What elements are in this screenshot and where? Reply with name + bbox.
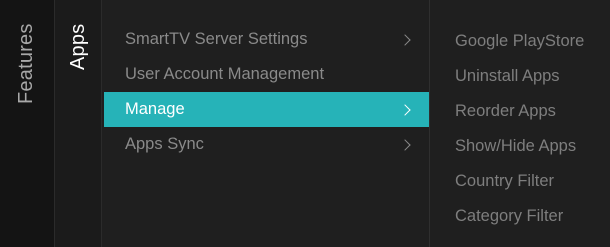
menu-item-label: SmartTV Server Settings — [125, 30, 308, 48]
menu-item-apps-sync[interactable]: Apps Sync — [104, 127, 429, 162]
menu-item-label: Manage — [125, 100, 185, 118]
submenu-item-uninstall-apps[interactable]: Uninstall Apps — [455, 66, 560, 86]
chevron-right-icon — [399, 33, 411, 46]
breadcrumb-features-label: Features — [15, 23, 37, 104]
submenu-item-reorder-apps[interactable]: Reorder Apps — [455, 101, 556, 121]
breadcrumb-apps-label: Apps — [67, 23, 89, 70]
chevron-right-icon — [399, 138, 411, 151]
menu-item-manage[interactable]: Manage — [104, 92, 429, 127]
submenu-item-show-hide-apps[interactable]: Show/Hide Apps — [455, 136, 576, 156]
menu-item-label: User Account Management — [125, 65, 325, 83]
menu-item-user-account-management[interactable]: User Account Management — [104, 57, 429, 92]
submenu-item-country-filter[interactable]: Country Filter — [455, 171, 554, 191]
submenu-item-category-filter[interactable]: Category Filter — [455, 206, 563, 226]
submenu-item-google-playstore[interactable]: Google PlayStore — [455, 31, 584, 51]
menu-item-smarttv-server-settings[interactable]: SmartTV Server Settings — [104, 22, 429, 57]
chevron-right-icon — [399, 103, 411, 116]
menu-item-label: Apps Sync — [125, 135, 204, 153]
